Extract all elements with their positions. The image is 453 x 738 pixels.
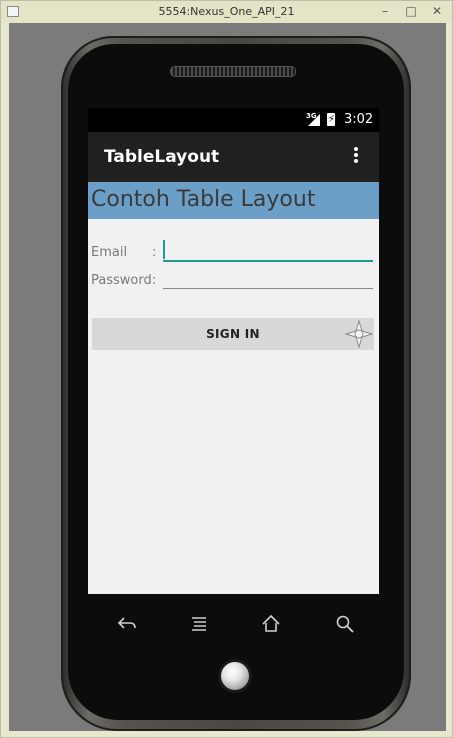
earpiece-speaker	[170, 66, 296, 77]
search-icon[interactable]	[334, 613, 356, 635]
app-title: TableLayout	[104, 147, 220, 167]
phone-front: 3G ⚡ 3:02 TableLayout Contoh Table Layou…	[68, 44, 404, 720]
emulator-window: 5554:Nexus_One_API_21 – □ ✕ 3G ⚡ 3:02 Ta…	[0, 0, 453, 738]
back-icon[interactable]	[116, 613, 138, 635]
window-titlebar: 5554:Nexus_One_API_21 – □ ✕	[1, 1, 452, 23]
device-screen: 3G ⚡ 3:02 TableLayout Contoh Table Layou…	[88, 108, 379, 594]
password-field-underline	[163, 288, 373, 289]
password-field[interactable]	[163, 266, 373, 288]
emulator-client-area: 3G ⚡ 3:02 TableLayout Contoh Table Layou…	[9, 23, 446, 731]
email-label: Email	[91, 245, 128, 260]
action-bar: TableLayout	[88, 132, 379, 182]
email-field-underline	[163, 260, 373, 262]
email-field[interactable]	[163, 239, 373, 261]
sparkle-icon	[345, 320, 373, 348]
text-cursor	[163, 240, 165, 259]
home-icon[interactable]	[260, 613, 282, 635]
hardware-trackball-button[interactable]	[218, 659, 252, 693]
menu-icon[interactable]	[188, 613, 210, 635]
header-banner: Contoh Table Layout	[88, 182, 379, 219]
status-bar: 3G ⚡ 3:02	[88, 108, 379, 132]
close-button[interactable]: ✕	[425, 3, 449, 20]
password-label: Password	[91, 273, 152, 288]
password-colon: :	[152, 273, 157, 288]
status-time: 3:02	[344, 112, 374, 127]
phone-body: 3G ⚡ 3:02 TableLayout Contoh Table Layou…	[61, 36, 411, 731]
minimize-button[interactable]: –	[373, 3, 397, 20]
header-title: Contoh Table Layout	[91, 187, 316, 212]
network-signal-icon: 3G	[306, 112, 320, 126]
email-colon: :	[152, 245, 157, 260]
sign-in-button[interactable]: SIGN IN	[92, 318, 374, 350]
battery-charging-icon: ⚡	[327, 113, 336, 126]
more-vert-icon[interactable]	[350, 147, 362, 165]
maximize-button[interactable]: □	[399, 3, 423, 20]
